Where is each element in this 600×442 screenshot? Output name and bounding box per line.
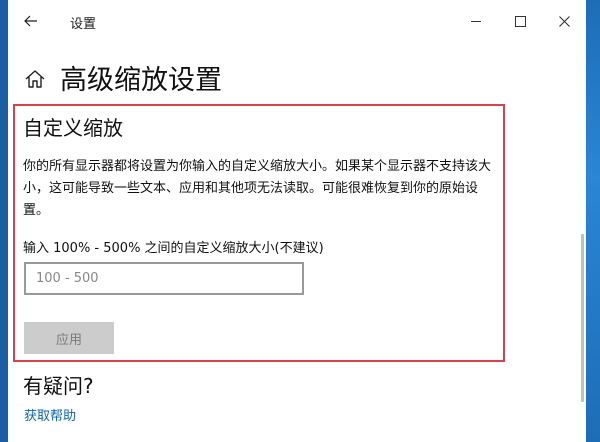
window-title: 设置 <box>70 17 97 32</box>
title-bar: 设置 <box>8 0 586 42</box>
help-heading: 有疑问? <box>23 374 94 398</box>
custom-scaling-heading: 自定义缩放 <box>23 116 123 140</box>
minimize-icon <box>471 20 481 22</box>
desktop-background-left <box>0 0 8 442</box>
back-arrow-icon <box>24 15 37 27</box>
custom-scaling-input[interactable] <box>24 262 304 295</box>
page-title: 高级缩放设置 <box>60 65 222 96</box>
close-icon <box>558 15 570 27</box>
close-button[interactable] <box>542 6 586 36</box>
settings-window: 设置 高级缩放设置 自定义缩放 你的所有显示器都将设置为你输入的自定义缩放大小。… <box>8 0 586 442</box>
scaling-input-label: 输入 100% - 500% 之间的自定义缩放大小(不建议) <box>23 241 324 256</box>
desktop-background-right <box>584 0 600 442</box>
minimize-button[interactable] <box>454 6 498 36</box>
home-icon[interactable] <box>24 68 46 90</box>
maximize-button[interactable] <box>498 6 542 36</box>
apply-button[interactable]: 应用 <box>24 322 114 354</box>
back-button[interactable] <box>16 7 46 35</box>
custom-scaling-description: 你的所有显示器都将设置为你输入的自定义缩放大小。如果某个显示器不支持该大小，这可… <box>23 159 492 218</box>
maximize-icon <box>514 15 526 27</box>
vertical-scrollbar[interactable] <box>581 234 584 402</box>
get-help-link[interactable]: 获取帮助 <box>24 405 76 424</box>
